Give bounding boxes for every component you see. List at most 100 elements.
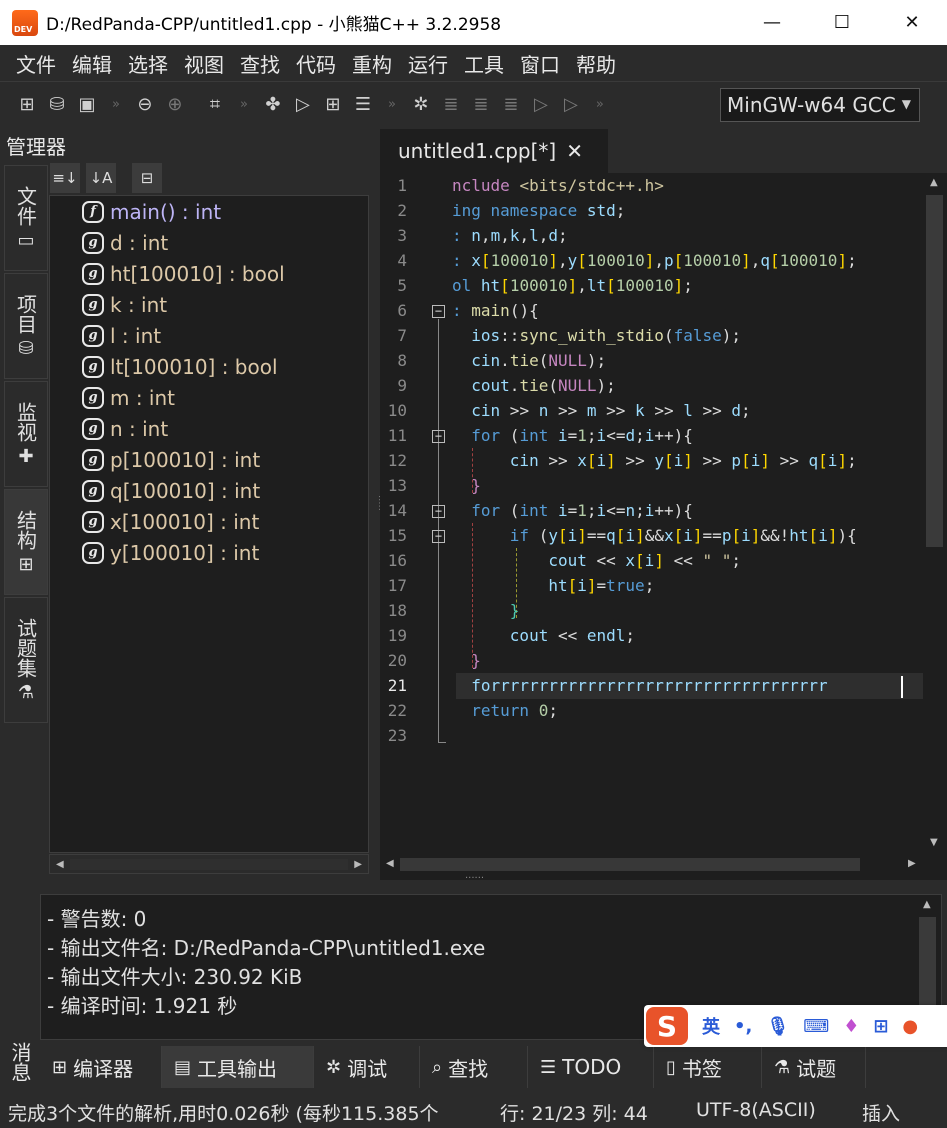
tree-item-label: d : int [110,230,169,255]
tree-item[interactable]: g m : int [50,382,368,413]
tree-item[interactable]: g n : int [50,413,368,444]
ime-toolbar[interactable]: S 英 •, 🎙︎ ⌨ ♦ ⊞ ● [644,1005,947,1047]
continue-icon[interactable]: ▷ [558,92,584,118]
menu-refactor[interactable]: 重构 [344,49,400,78]
menu-edit[interactable]: 编辑 [64,49,120,78]
step-out-icon[interactable]: ≣ [498,92,524,118]
mascot-icon[interactable]: ● [902,1016,918,1037]
menu-window[interactable]: 窗口 [512,49,568,78]
side-tab-problemset[interactable]: 试题集 ⚗ [4,597,48,723]
save-icon[interactable]: ▣ [74,92,100,118]
ime-punctuation-toggle[interactable]: •, [734,1016,752,1037]
sort-by-type-icon[interactable]: ≡↓ [50,163,80,193]
menu-tools[interactable]: 工具 [456,49,512,78]
editor-tab-bar: untitled1.cpp[*] ✕ [380,127,947,173]
tab-debug[interactable]: ✲ 调试 [314,1046,420,1088]
code-editor[interactable]: 1 2 3 4 5 6 7 8 9 10 11 12 13 14 15 16 17 18 19 20 21 22 23 − … [380,173,947,879]
scrollbar-thumb[interactable] [400,858,860,871]
scrollbar-thumb[interactable] [926,195,943,547]
debug-icon[interactable]: ✲ [408,92,434,118]
skin-icon[interactable]: ♦ [843,1016,859,1037]
side-tab-files[interactable]: 文件 ▭ [4,165,48,271]
file-encoding[interactable]: UTF-8(ASCII) [696,1099,816,1121]
tree-item[interactable]: g lt[100010] : bool [50,351,368,382]
microphone-icon[interactable]: 🎙︎ [766,1016,789,1037]
options-icon[interactable]: ☰ [350,92,376,118]
tree-item[interactable]: g q[100010] : int [50,475,368,506]
code-area[interactable]: nclude <bits/stdc++.h> ing namespace std… [380,173,923,853]
toolbar-more-icon[interactable]: » [596,97,604,112]
tab-todo[interactable]: ☰ TODO [528,1046,654,1088]
close-tab-icon[interactable]: ✕ [566,139,583,163]
editor-vertical-scrollbar[interactable]: ▲ ▼ [923,173,947,853]
sogou-logo-icon[interactable]: S [646,1007,688,1045]
menu-code[interactable]: 代码 [288,49,344,78]
tab-problem[interactable]: ⚗ 试题 [762,1046,866,1088]
scroll-left-icon[interactable]: ◀ [386,858,394,869]
save-all-icon[interactable]: ⛁ [44,92,70,118]
global-var-icon: g [82,479,104,502]
tree-item[interactable]: g x[100010] : int [50,506,368,537]
editor-tab-untitled1[interactable]: untitled1.cpp[*] ✕ [380,129,608,173]
scrollbar-thumb[interactable] [70,859,348,870]
tab-compiler[interactable]: ⊞ 编译器 [40,1046,162,1088]
sort-alpha-icon[interactable]: ↓A [86,163,116,193]
close-button[interactable]: ✕ [877,0,947,45]
menu-view[interactable]: 视图 [176,49,232,78]
scroll-up-icon[interactable]: ▲ [923,899,931,910]
scroll-down-icon[interactable]: ▼ [930,837,938,848]
toolbar-more-icon[interactable]: » [388,97,396,112]
menu-run[interactable]: 运行 [400,49,456,78]
side-tab-structure[interactable]: 结构 ⊞ [4,489,48,595]
code-line: for (int i=1;i<=d;i++){ [471,426,693,445]
compile-icon[interactable]: ✤ [260,92,286,118]
find-icon[interactable]: ⌗ [202,92,228,118]
side-tab-watch[interactable]: 监视 ✚ [4,381,48,487]
menu-search[interactable]: 查找 [232,49,288,78]
code-line: ol ht[100010],lt[100010]; [452,276,693,295]
scrollbar-thumb[interactable] [919,917,936,1013]
keyboard-icon[interactable]: ⌨ [803,1016,829,1037]
compile-run-icon[interactable]: ⊞ [320,92,346,118]
tree-item[interactable]: g k : int [50,289,368,320]
maximize-button[interactable]: ☐ [807,0,877,45]
forward-icon[interactable]: ⊕ [162,92,188,118]
menu-help[interactable]: 帮助 [568,49,624,78]
tree-item[interactable]: g p[100010] : int [50,444,368,475]
tree-item[interactable]: g y[100010] : int [50,537,368,568]
scroll-up-icon[interactable]: ▲ [930,177,938,188]
menu-file[interactable]: 文件 [8,49,64,78]
code-line: : n,m,k,l,d; [452,226,568,245]
step-into-icon[interactable]: ≣ [468,92,494,118]
ime-language-toggle[interactable]: 英 [702,1013,720,1039]
toolbox-icon[interactable]: ⊞ [873,1016,888,1037]
toolbar-more-icon[interactable]: » [240,97,248,112]
tab-find[interactable]: ⌕ 查找 [420,1046,528,1088]
run-to-cursor-icon[interactable]: ▷ [528,92,554,118]
back-icon[interactable]: ⊖ [132,92,158,118]
side-tab-project[interactable]: 项目 ⛁ [4,273,48,379]
editor-horizontal-scrollbar[interactable]: ◀ ▶ [380,853,923,877]
run-icon[interactable]: ▷ [290,92,316,118]
toolbar-more-icon[interactable]: » [112,97,120,112]
tree-item[interactable]: g l : int [50,320,368,351]
tab-label: 编译器 [73,1056,134,1081]
tree-item[interactable]: g ht[100010] : bool [50,258,368,289]
show-inherited-icon[interactable]: ⊟ [132,163,162,193]
scroll-left-icon[interactable]: ◀ [56,859,64,870]
compiler-select[interactable]: MinGW-w64 GCC ▼ [720,88,920,122]
scroll-right-icon[interactable]: ▶ [354,859,362,870]
tab-tool-output[interactable]: ▤ 工具输出 [162,1046,314,1088]
tree-horizontal-scrollbar[interactable]: ◀ ▶ [49,854,369,874]
menu-select[interactable]: 选择 [120,49,176,78]
tree-item[interactable]: f main() : int [50,196,368,227]
vertical-splitter[interactable]: ····· [370,127,384,880]
tab-bookmarks[interactable]: ▯ 书签 [654,1046,762,1088]
minimize-button[interactable]: — [737,0,807,45]
new-file-icon[interactable]: ⊞ [14,92,40,118]
scroll-right-icon[interactable]: ▶ [908,858,916,869]
step-over-icon[interactable]: ≣ [438,92,464,118]
tree-item[interactable]: g d : int [50,227,368,258]
bottom-tabs: ⊞ 编译器 ▤ 工具输出 ✲ 调试 ⌕ 查找 ☰ TODO ▯ 书签 ⚗ 试题 [40,1046,866,1088]
global-var-icon: g [82,231,104,254]
